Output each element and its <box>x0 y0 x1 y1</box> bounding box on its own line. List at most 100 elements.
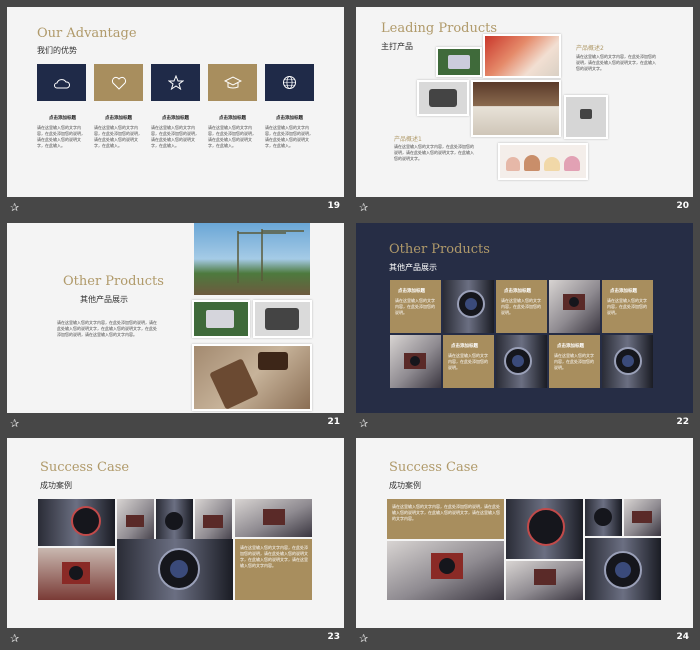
advantage-tile-1 <box>37 64 86 101</box>
woman-camera-image <box>390 335 441 388</box>
slide-canvas: Leading Products 主打产品 产品概述2 请在这里输入您的文字内容… <box>356 7 693 197</box>
slide-number: 20 <box>676 201 689 211</box>
camera-photo <box>38 499 115 546</box>
animation-star-icon[interactable]: ✰ <box>359 418 368 430</box>
column-text: 请在这里输入您的文字内容，在此处添加您的说明，请在此处输入您的说明文字，在此输入… <box>151 125 199 148</box>
text-card: 请在这里输入您的文字内容，在此处添加您的说明，请在此处输入您的说明文字，在此输入… <box>235 539 312 600</box>
card-text: 请在这里输入您的文字内容，在此处添加您的说明。 <box>501 298 541 315</box>
card-title: 点击添加标题 <box>451 344 478 349</box>
animation-star-icon[interactable]: ✰ <box>359 202 368 214</box>
column-text: 请在这里输入您的文字内容，在此处添加您的说明，请在此处输入您的说明文字，在此输入… <box>94 125 142 148</box>
camera-photo <box>585 538 661 600</box>
heart-icon <box>111 76 126 90</box>
product-label: 产品概述2 <box>576 45 604 52</box>
slide-canvas: Other Products 其他产品展示 点击添加标题 请在这里输入您的文字内… <box>356 223 693 413</box>
slide-number: 21 <box>327 417 340 427</box>
camera-photo <box>443 280 494 333</box>
slide-thumbnail-21[interactable]: Other Products 其他产品展示 请在这里输入您的文字内容，在此处添加… <box>7 223 344 435</box>
slide-title: Success Case <box>389 460 479 475</box>
camera-lens-image <box>117 539 233 600</box>
info-card: 点击添加标题 请在这里输入您的文字内容，在此处添加您的说明。 <box>549 335 600 388</box>
slide-subtitle: 其他产品展示 <box>389 263 437 272</box>
camera-lens-image <box>585 538 661 600</box>
column-text: 请在这里输入您的文字内容，在此处添加您的说明，请在此处输入您的说明文字，在此输入… <box>208 125 256 148</box>
camera-lens-image <box>443 280 494 333</box>
advantage-tile-3 <box>151 64 200 101</box>
slide-thumbnail-20[interactable]: Leading Products 主打产品 产品概述2 请在这里输入您的文字内容… <box>356 7 693 219</box>
woman-camera-image <box>624 499 661 536</box>
column-title: 点击添加标题 <box>49 116 76 121</box>
slide-thumbnail-19[interactable]: Our Advantage 我们的优势 点击添加标题 请在这里输入您的文字内容，… <box>7 7 344 219</box>
animation-star-icon[interactable]: ✰ <box>10 202 19 214</box>
product-text: 请在这里输入您的文字内容，在此处添加您的说明，请在此处输入您的说明文字，在此输入… <box>394 144 474 161</box>
text-card: 请在这里输入您的文字内容，在此处添加您的说明，请在此处输入您的说明文字，在此输入… <box>387 499 504 539</box>
slide-subtitle: 我们的优势 <box>37 46 77 55</box>
info-card: 点击添加标题 请在这里输入您的文字内容，在此处添加您的说明。 <box>390 280 441 333</box>
card-title: 点击添加标题 <box>398 289 425 294</box>
product-label: 产品概述1 <box>394 136 422 143</box>
crane-graphic <box>237 229 304 283</box>
animation-star-icon[interactable]: ✰ <box>359 633 368 645</box>
card-title: 点击添加标题 <box>610 289 637 294</box>
slide-subtitle: 主打产品 <box>381 42 413 51</box>
slide-thumbnail-23[interactable]: Success Case 成功案例 请在这里输入您的文字内容，在此处添加您的说明… <box>7 438 344 650</box>
camera-lens-image <box>496 335 547 388</box>
cupcakes-photo <box>500 145 586 178</box>
slide-footer: ✰ 21 <box>7 415 344 435</box>
slide-subtitle: 成功案例 <box>389 481 421 490</box>
camera-photo <box>602 335 653 388</box>
camera-photo <box>549 280 600 333</box>
phone-chocolate-photo <box>194 346 310 409</box>
card-title: 点击添加标题 <box>557 344 584 349</box>
woman-camera-image <box>506 561 583 600</box>
product-text: 请在这里输入您的文字内容，在此处添加您的说明，请在此处输入您的说明文字，在此输入… <box>576 54 656 71</box>
camera-photo <box>506 499 583 559</box>
camera-photo <box>390 335 441 388</box>
globe-icon <box>283 76 296 89</box>
camera-photo <box>566 97 606 137</box>
tablet-photo <box>255 302 310 336</box>
slide-title: Other Products <box>389 242 490 257</box>
graduation-cap-icon <box>223 75 242 88</box>
star-icon <box>167 75 184 90</box>
construction-photo <box>194 223 310 295</box>
slide-subtitle: 其他产品展示 <box>80 295 128 304</box>
column-text: 请在这里输入您的文字内容，在此处添加您的说明，请在此处输入您的说明文字，在此输入… <box>37 125 85 148</box>
card-text: 请在这里输入您的文字内容，在此处添加您的说明。 <box>448 353 488 370</box>
slide-thumbnail-22[interactable]: Other Products 其他产品展示 点击添加标题 请在这里输入您的文字内… <box>356 223 693 435</box>
tablet-photo <box>194 302 248 336</box>
camera-photo <box>38 548 115 600</box>
card-text: 请在这里输入您的文字内容，在此处添加您的说明，请在此处输入您的说明文字，在此输入… <box>240 545 308 568</box>
camera-lens-image <box>585 499 622 536</box>
tablet-photo <box>419 82 467 114</box>
advantage-tile-2 <box>94 64 143 101</box>
woman-camera-image <box>549 280 600 333</box>
slide-canvas: Success Case 成功案例 请在这里输入您的文字内容，在此处添加您的说明… <box>356 438 693 628</box>
camera-lens-image <box>602 335 653 388</box>
slide-number: 24 <box>676 632 689 642</box>
column-title: 点击添加标题 <box>162 116 189 121</box>
info-card: 点击添加标题 请在这里输入您的文字内容，在此处添加您的说明。 <box>602 280 653 333</box>
body-text: 请在这里输入您的文字内容，在此处添加您的说明，请在此处输入您的说明文字，在此输入… <box>57 320 157 337</box>
animation-star-icon[interactable]: ✰ <box>10 633 19 645</box>
column-text: 请在这里输入您的文字内容，在此处添加您的说明，请在此处输入您的说明文字，在此输入… <box>265 125 313 148</box>
camera-photo <box>235 499 312 537</box>
slide-thumbnail-24[interactable]: Success Case 成功案例 请在这里输入您的文字内容，在此处添加您的说明… <box>356 438 693 650</box>
animation-star-icon[interactable]: ✰ <box>10 418 19 430</box>
camera-lens-image <box>506 499 583 559</box>
card-text: 请在这里输入您的文字内容，在此处添加您的说明。 <box>395 298 435 315</box>
slide-canvas: Success Case 成功案例 请在这里输入您的文字内容，在此处添加您的说明… <box>7 438 344 628</box>
camera-photo <box>387 541 504 600</box>
slide-footer: ✰ 22 <box>356 415 693 435</box>
card-text: 请在这里输入您的文字内容，在此处添加您的说明，请在此处输入您的说明文字，在此输入… <box>392 504 500 521</box>
slide-footer: ✰ 19 <box>7 199 344 219</box>
card-text: 请在这里输入您的文字内容，在此处添加您的说明。 <box>607 298 647 315</box>
info-card: 点击添加标题 请在这里输入您的文字内容，在此处添加您的说明。 <box>443 335 494 388</box>
column-title: 点击添加标题 <box>219 116 246 121</box>
woman-camera-image <box>38 548 115 600</box>
slide-number: 23 <box>327 632 340 642</box>
woman-camera-image <box>387 541 504 600</box>
column-title: 点击添加标题 <box>105 116 132 121</box>
column-title: 点击添加标题 <box>276 116 303 121</box>
info-card: 点击添加标题 请在这里输入您的文字内容，在此处添加您的说明。 <box>496 280 547 333</box>
